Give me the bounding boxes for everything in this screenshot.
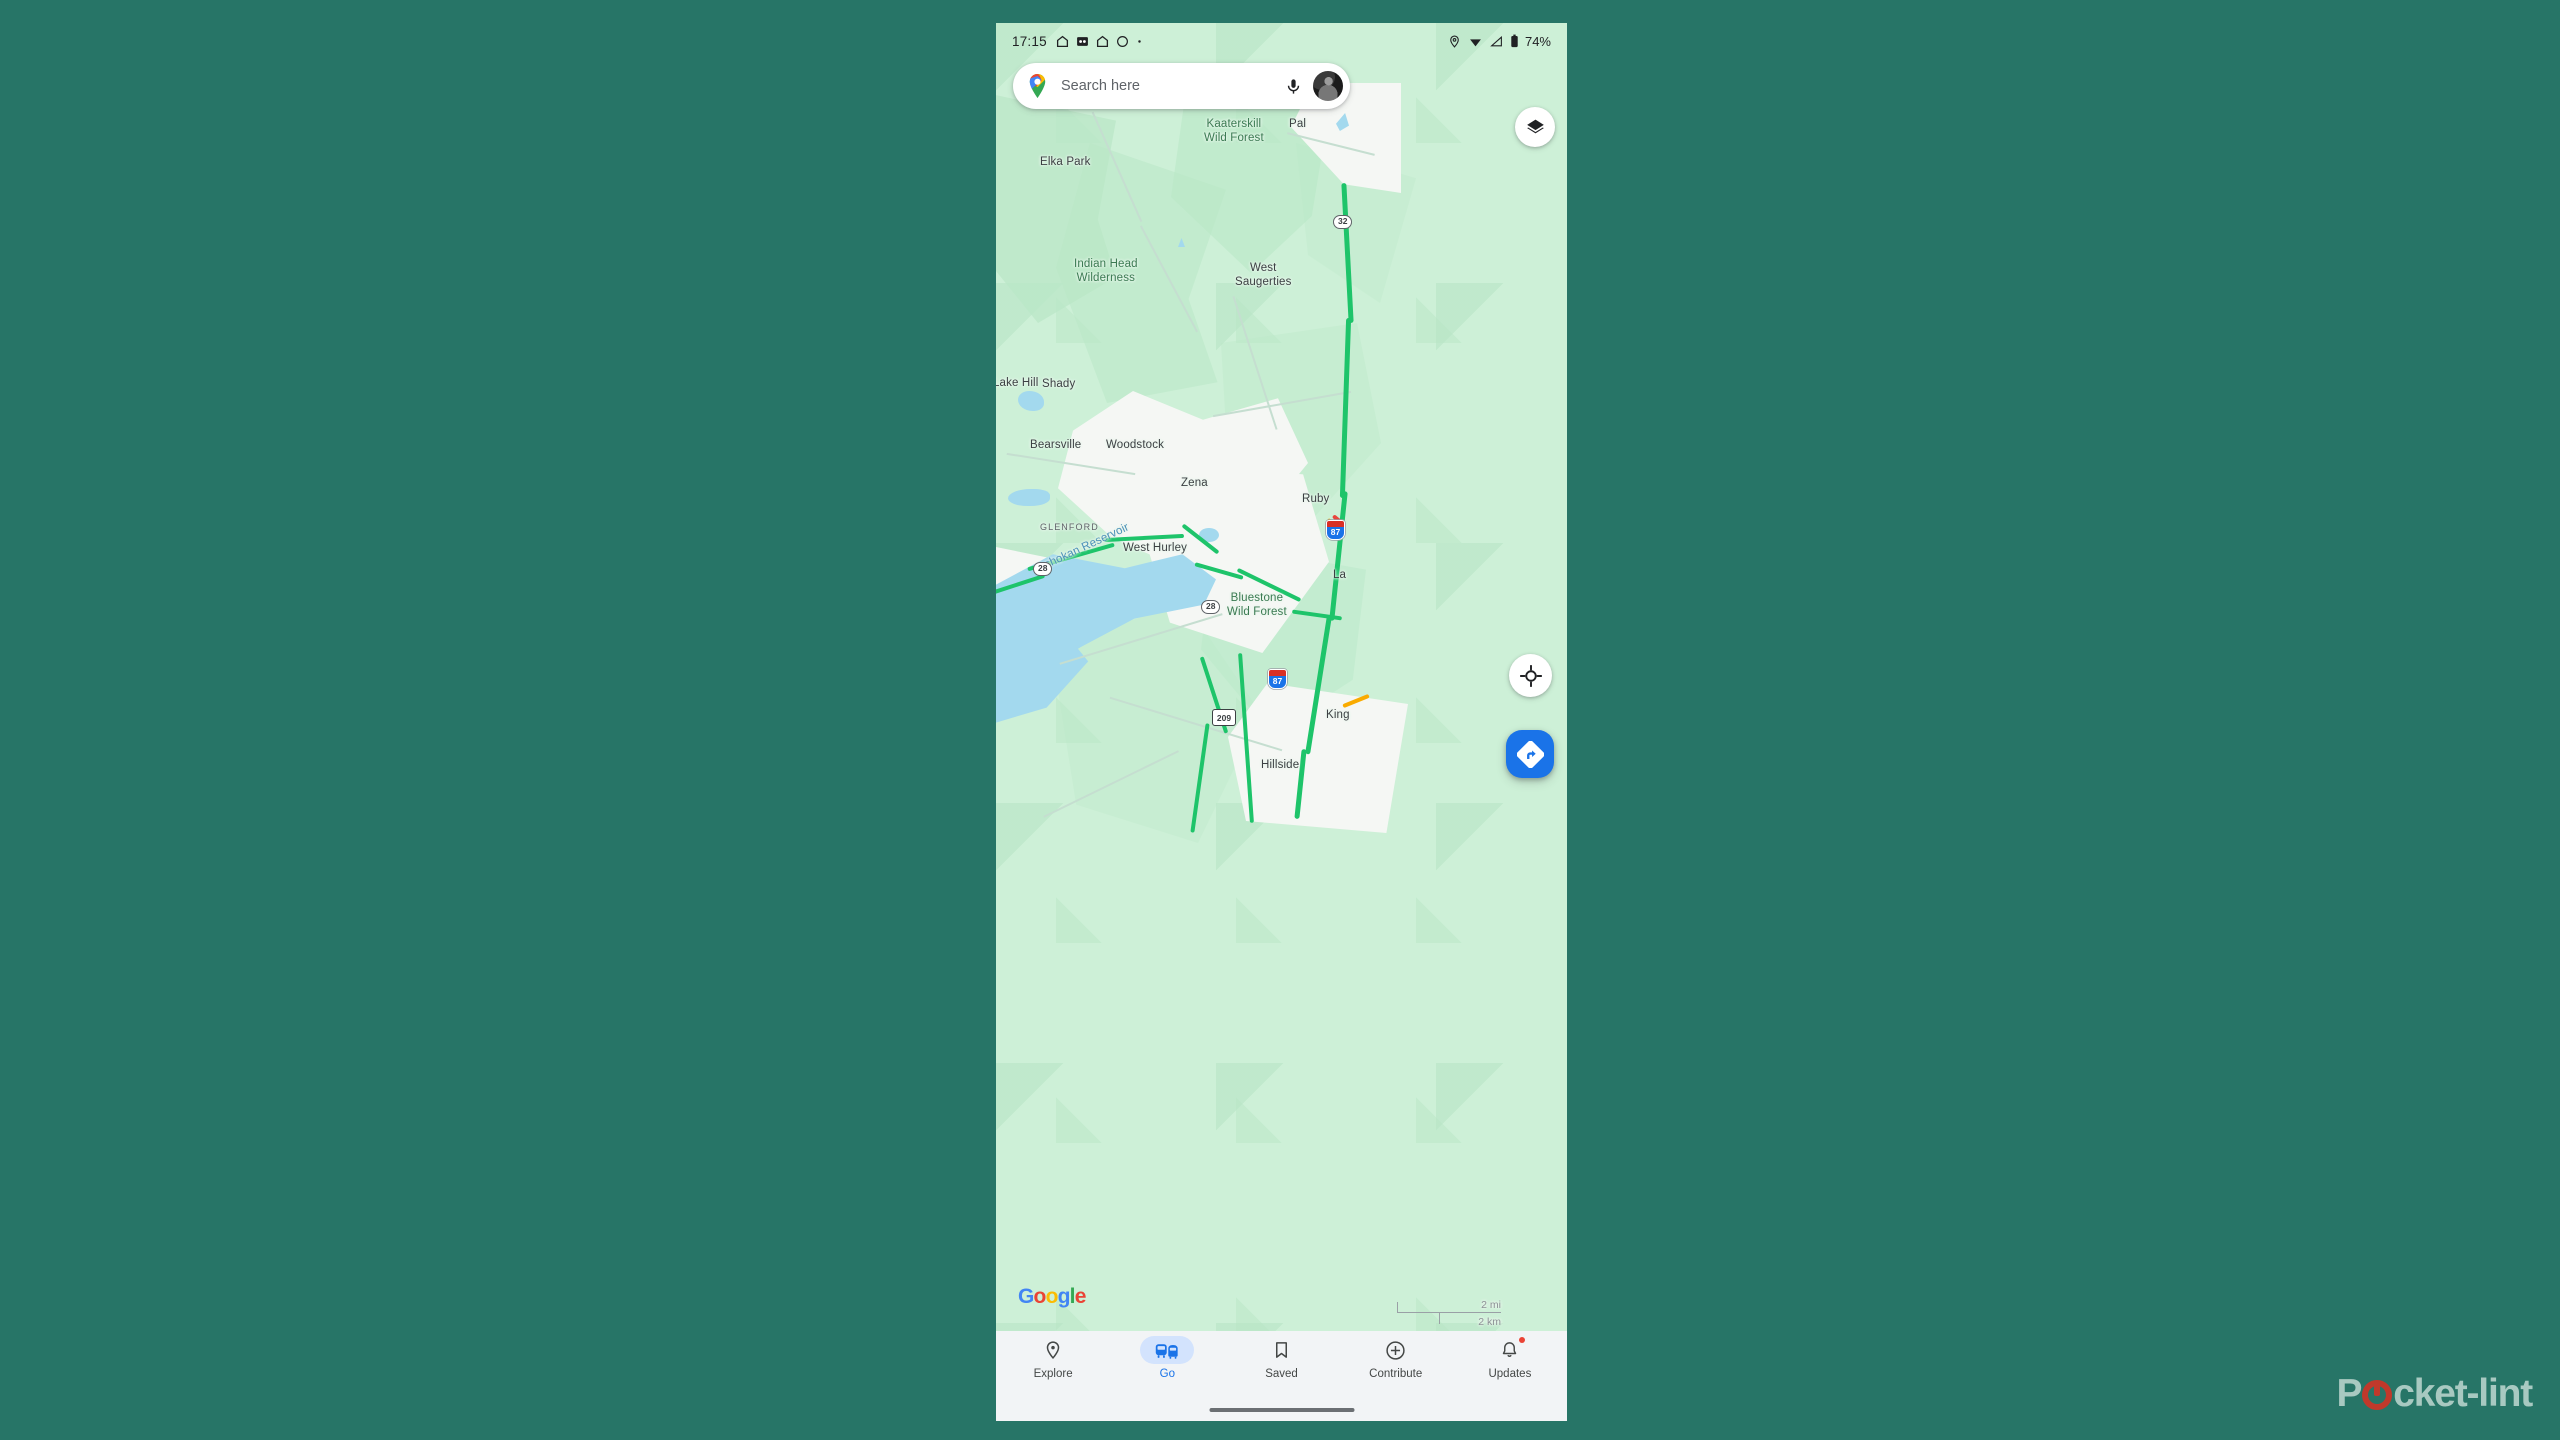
road-shield: 87 xyxy=(1268,669,1287,689)
home-icon xyxy=(1096,35,1108,47)
battery-icon xyxy=(1511,34,1518,48)
microphone-icon[interactable] xyxy=(1282,75,1304,97)
map-label: West Saugerties xyxy=(1235,262,1292,288)
status-clock: 17:15 xyxy=(1012,33,1047,49)
layers-button[interactable] xyxy=(1515,107,1555,147)
search-input[interactable]: Search here xyxy=(1061,78,1282,94)
nav-icon-wrap xyxy=(1140,1336,1195,1364)
road-shield: 28 xyxy=(1033,562,1053,576)
nav-item-updates[interactable]: Updates xyxy=(1453,1336,1567,1397)
bell-icon xyxy=(1503,1342,1517,1357)
road-shield: 209 xyxy=(1212,709,1236,726)
map-pond xyxy=(1008,489,1050,506)
scale-tick-right xyxy=(1439,1313,1441,1324)
updates-badge xyxy=(1518,1337,1525,1343)
battery-percentage: 74% xyxy=(1524,33,1551,49)
bookmark-icon xyxy=(1275,1342,1288,1358)
directions-button[interactable] xyxy=(1506,730,1554,778)
nav-icon-wrap xyxy=(1369,1336,1423,1364)
bottom-navigation: Explore Go Saved Contribute Updates xyxy=(996,1331,1567,1421)
location-icon xyxy=(1450,35,1459,48)
layers-icon xyxy=(1526,119,1544,133)
nav-item-explore[interactable]: Explore xyxy=(996,1336,1110,1397)
home-icon xyxy=(1056,35,1068,47)
dot-icon xyxy=(1138,39,1141,43)
nav-label-contribute: Contribute xyxy=(1369,1368,1423,1380)
nav-item-contribute[interactable]: Contribute xyxy=(1339,1336,1453,1397)
plus-icon xyxy=(1386,1340,1405,1360)
avatar[interactable] xyxy=(1313,71,1343,101)
nav-icon-wrap xyxy=(1026,1336,1080,1364)
map-label: La xyxy=(1333,569,1347,581)
nav-label-updates: Updates xyxy=(1488,1368,1532,1380)
watermark-suffix: cket-lint xyxy=(2393,1372,2533,1415)
pin-icon xyxy=(1046,1341,1060,1360)
signal-icon xyxy=(1490,35,1502,46)
road-shield: 87 xyxy=(1326,520,1345,540)
map-label: Bearsville xyxy=(1030,439,1082,451)
map-label: Bluestone Wild Forest xyxy=(1227,592,1287,618)
map-label: Lake Hill xyxy=(996,377,1039,389)
gesture-navigation-bar[interactable] xyxy=(1209,1407,1354,1412)
map-label: Ruby xyxy=(1302,493,1330,505)
directions-icon xyxy=(1516,740,1544,768)
voicemail-icon xyxy=(1076,36,1088,46)
power-button-icon xyxy=(2362,1380,2393,1410)
transit-icon xyxy=(1155,1343,1178,1359)
map-label: GLENFORD xyxy=(1040,522,1099,532)
nav-label-go: Go xyxy=(1159,1368,1175,1380)
nav-label-explore: Explore xyxy=(1033,1368,1073,1380)
map-label: King xyxy=(1326,709,1350,721)
nav-item-go[interactable]: Go xyxy=(1110,1336,1224,1397)
map-label: Hillside xyxy=(1261,759,1300,771)
status-notification-icons xyxy=(1056,35,1143,48)
nav-icon-wrap xyxy=(1483,1336,1537,1364)
bottom-nav-items: Explore Go Saved Contribute Updates xyxy=(996,1331,1567,1397)
my-location-button[interactable] xyxy=(1509,654,1552,697)
map-label: Zena xyxy=(1181,477,1208,489)
nav-icon-wrap xyxy=(1255,1336,1309,1364)
map-label: Woodstock xyxy=(1106,439,1165,451)
map-urban-area xyxy=(1228,683,1408,833)
map-pond xyxy=(1018,391,1044,411)
map-label: Pal xyxy=(1289,118,1307,130)
wifi-icon xyxy=(1470,38,1481,46)
google-maps-pin-logo xyxy=(1027,74,1048,98)
my-location-icon xyxy=(1519,664,1542,687)
status-system-icons: 74% xyxy=(1448,34,1551,49)
google-logo: Google xyxy=(1018,1285,1086,1308)
scale-label-kilometers: 2 km xyxy=(1478,1316,1501,1328)
map-label: Elka Park xyxy=(1040,156,1091,168)
circle-icon xyxy=(1116,35,1128,47)
road-shield: 28 xyxy=(1201,600,1221,614)
watermark-prefix: P xyxy=(2336,1372,2362,1415)
scale-label-miles: 2 mi xyxy=(1481,1299,1501,1311)
phone-screen: Kaaterskill Wild Forest Pal Elka Park Indian… xyxy=(996,23,1567,1421)
map-label: Shady xyxy=(1042,378,1076,390)
scale-rule xyxy=(1397,1312,1501,1314)
map-label: Indian Head Wilderness xyxy=(1074,258,1138,284)
road-shield: 32 xyxy=(1333,215,1353,229)
status-bar: 17:15 74% xyxy=(996,23,1567,59)
search-bar[interactable]: Search here xyxy=(1013,63,1350,109)
map-canvas[interactable]: Kaaterskill Wild Forest Pal Elka Park Indian… xyxy=(996,23,1567,1331)
pocket-lint-watermark: Pcket-lint xyxy=(2336,1372,2533,1416)
nav-item-saved[interactable]: Saved xyxy=(1224,1336,1338,1397)
nav-label-saved: Saved xyxy=(1265,1368,1298,1380)
map-label: Kaaterskill Wild Forest xyxy=(1204,118,1264,144)
map-label: West Hurley xyxy=(1123,542,1188,554)
